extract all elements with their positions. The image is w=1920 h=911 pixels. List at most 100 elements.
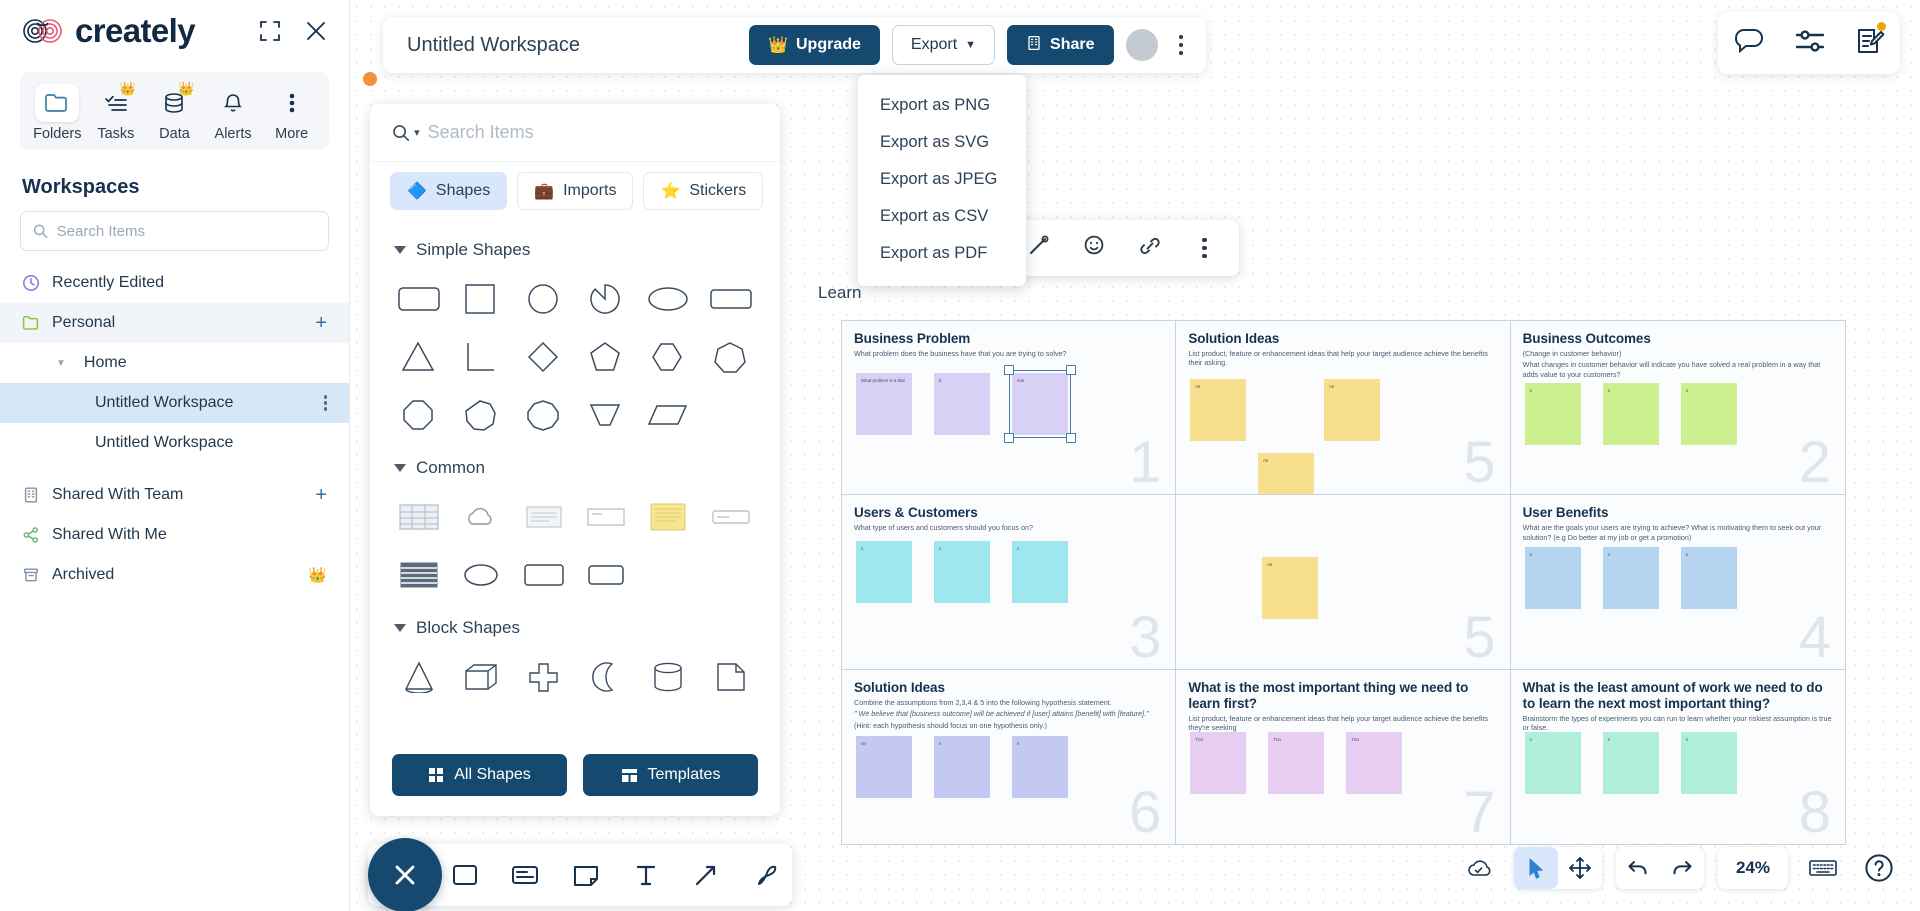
sticky-note[interactable]: n [1680, 547, 1737, 610]
sticky-note[interactable]: n [1602, 547, 1659, 610]
shape-group-block-shapes[interactable]: Block Shapes [370, 604, 780, 644]
shape-group-simple-shapes[interactable]: Simple Shapes [370, 226, 780, 266]
export-button[interactable]: Export ▼ [891, 25, 996, 65]
shapes-search-input[interactable] [427, 122, 758, 143]
sidebar-tool-tasks[interactable]: 👑 Tasks [88, 80, 144, 142]
shape-hexagon[interactable] [637, 328, 699, 386]
menu-item-export-csv[interactable]: Export as CSV [858, 198, 1026, 235]
shape-pie-slice[interactable] [575, 270, 637, 328]
resize-handle-se[interactable] [1066, 433, 1076, 443]
close-toolbar-button[interactable] [368, 838, 442, 911]
sticky-note[interactable]: n [1012, 735, 1068, 798]
shape-oval[interactable] [450, 546, 512, 604]
close-icon[interactable] [305, 20, 327, 42]
shape-card[interactable] [700, 488, 762, 546]
tab-imports[interactable]: 💼 Imports [517, 172, 634, 210]
sidebar-item-home[interactable]: ▼ Home [0, 343, 349, 383]
shape-note[interactable] [575, 488, 637, 546]
avatar[interactable] [1125, 29, 1158, 61]
shapes-library[interactable]: Simple Shapes Common Block Shapes [370, 222, 780, 740]
upgrade-button[interactable]: 👑 Upgrade [749, 25, 880, 65]
sticky-note[interactable]: n [856, 541, 912, 604]
shape-ellipse[interactable] [637, 270, 699, 328]
pan-move-icon[interactable] [1558, 847, 1602, 889]
card-tool-icon[interactable] [500, 850, 550, 900]
sticky-note[interactable]: nn [1324, 379, 1381, 441]
sidebar-search-input[interactable] [56, 222, 316, 240]
cloud-saved-icon[interactable] [1458, 847, 1500, 889]
emoji-icon[interactable] [1081, 233, 1107, 264]
sticky-note[interactable]: n [1680, 383, 1737, 445]
board-cell-least-work[interactable]: What is the least amount of work we need… [1511, 670, 1845, 844]
shape-cone[interactable] [388, 648, 450, 706]
shape-nonagon[interactable] [450, 386, 512, 444]
shape-circle[interactable] [513, 270, 575, 328]
menu-item-export-svg[interactable]: Export as SVG [858, 124, 1026, 161]
tab-shapes[interactable]: 🔷 Shapes [390, 172, 508, 210]
shape-parallelogram[interactable] [637, 386, 699, 444]
sticky-note[interactable]: nn [1262, 557, 1319, 620]
add-team-icon[interactable]: + [315, 485, 327, 505]
sliders-icon[interactable] [1794, 27, 1826, 60]
caret-down-icon[interactable]: ▼ [56, 358, 66, 369]
shape-sticky-note[interactable] [637, 488, 699, 546]
sidebar-item-shared-with-team[interactable]: Shared With Team + [0, 475, 349, 515]
sidebar-search[interactable] [20, 211, 329, 251]
element-context-toolbar[interactable] [1002, 220, 1239, 276]
more-options-icon[interactable] [1193, 232, 1216, 265]
undo-icon[interactable] [1616, 847, 1660, 889]
sticky-note[interactable]: Tnn [1190, 731, 1247, 794]
sidebar-item-recently-edited[interactable]: Recently Edited [0, 263, 349, 303]
shape-octagon[interactable] [388, 386, 450, 444]
board-cell-business-problem[interactable]: Business Problem What problem does the b… [842, 321, 1177, 496]
shape-triangle[interactable] [388, 328, 450, 386]
sticky-note[interactable]: nn [1190, 379, 1247, 441]
sticky-note[interactable]: Tnn [1346, 731, 1403, 794]
pen-tool-icon[interactable] [742, 850, 792, 900]
shape-heptagon[interactable] [700, 328, 762, 386]
expand-icon[interactable] [259, 20, 281, 42]
sticky-note[interactable]: b [934, 373, 990, 435]
workspace-title[interactable]: Untitled Workspace [407, 34, 737, 57]
sidebar-tool-folders[interactable]: Folders [29, 80, 85, 142]
sidebar-item-shared-with-me[interactable]: Shared With Me [0, 515, 349, 555]
cursor-select-icon[interactable] [1513, 847, 1558, 889]
lean-ux-canvas-board[interactable]: Business Problem What problem does the b… [841, 320, 1846, 845]
sticky-note-selected[interactable]: nnn [1004, 365, 1076, 443]
shapes-panel[interactable]: ▾ 🔷 Shapes 💼 Imports ⭐ Stickers Simple S… [370, 104, 780, 816]
board-cell-business-outcomes[interactable]: Business Outcomes (Change in customer be… [1510, 321, 1845, 496]
shape-crescent[interactable] [575, 648, 637, 706]
sidebar-item-untitled-workspace-2[interactable]: Untitled Workspace [0, 423, 349, 463]
kebab-menu-icon[interactable] [1170, 29, 1193, 62]
tab-stickers[interactable]: ⭐ Stickers [643, 172, 764, 210]
sidebar-tool-data[interactable]: 👑 Data [146, 80, 202, 142]
board-cell-solution-ideas-6[interactable]: Solution Ideas Combine the assumptions f… [842, 669, 1177, 844]
resize-handle-sw[interactable] [1004, 433, 1014, 443]
shape-group-common[interactable]: Common [370, 444, 780, 484]
sticky-note[interactable]: n [1012, 541, 1068, 604]
sticky-note[interactable]: nn [1258, 453, 1315, 495]
sticky-note[interactable]: nn [856, 735, 912, 798]
sticky-note[interactable]: n [1524, 383, 1581, 445]
shape-right-triangle[interactable] [450, 328, 512, 386]
shape-container[interactable] [575, 546, 637, 604]
shape-decagon[interactable] [513, 386, 575, 444]
board-cell-most-important-learning[interactable]: What is the most important thing we need… [1176, 669, 1511, 844]
sticky-note[interactable]: n [1602, 731, 1659, 794]
sticky-note[interactable]: n [1524, 731, 1581, 794]
sticky-note[interactable]: n [934, 541, 990, 604]
menu-item-export-png[interactable]: Export as PNG [858, 87, 1026, 124]
connector-icon[interactable] [1025, 233, 1051, 264]
board-cell-user-benefits[interactable]: User Benefits What are the goals your us… [1510, 495, 1845, 670]
board-cell-users-customers[interactable]: Users & Customers What type of users and… [842, 495, 1177, 670]
add-workspace-icon[interactable]: + [315, 313, 327, 333]
link-icon[interactable] [1137, 233, 1163, 264]
text-tool-icon[interactable] [621, 850, 671, 900]
resize-handle-ne[interactable] [1066, 365, 1076, 375]
sidebar-item-archived[interactable]: Archived 👑 [0, 555, 349, 595]
shape-rounded-rectangle[interactable] [388, 270, 450, 328]
shape-pentagon[interactable] [575, 328, 637, 386]
sticky-note[interactable]: n [1524, 547, 1581, 610]
all-shapes-button[interactable]: All Shapes [392, 754, 567, 796]
shape-folded-paper[interactable] [700, 648, 762, 706]
